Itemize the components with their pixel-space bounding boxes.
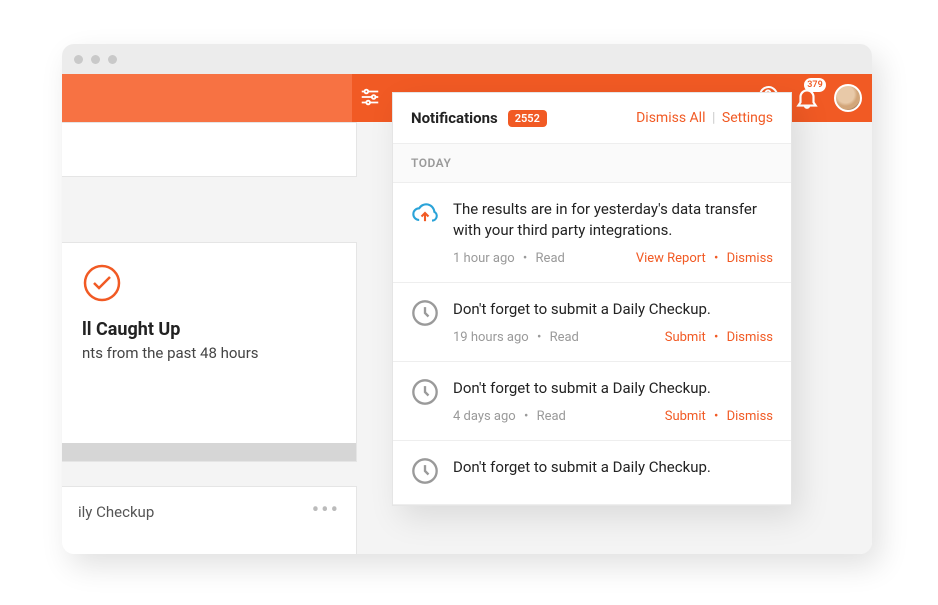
notification-count-badge: 379 (804, 78, 826, 92)
more-icon[interactable]: ••• (312, 507, 340, 515)
cloud-upload-icon (411, 199, 439, 227)
caught-up-subtitle: nts from the past 48 hours (82, 344, 336, 362)
filter-button[interactable] (359, 86, 381, 108)
group-header-today: TODAY (393, 144, 791, 183)
window-titlebar (62, 44, 872, 74)
panel-title: Notifications (411, 109, 498, 127)
notification-text: Don't forget to submit a Daily Checkup. (453, 378, 773, 399)
sliders-icon (359, 86, 381, 108)
notification-text: Don't forget to submit a Daily Checkup. (453, 457, 773, 478)
notifications-button[interactable]: 379 (794, 85, 820, 111)
window-dot-icon (91, 55, 100, 64)
notification-text: The results are in for yesterday's data … (453, 199, 773, 241)
caught-up-card: ll Caught Up nts from the past 48 hours (62, 242, 357, 462)
window-dot-icon (74, 55, 83, 64)
check-circle-icon (82, 263, 122, 303)
panel-count-badge: 2552 (508, 110, 547, 127)
notification-item[interactable]: Don't forget to submit a Daily Checkup. … (393, 283, 791, 362)
view-report-link[interactable]: View Report (636, 251, 706, 266)
notification-item[interactable]: Don't forget to submit a Daily Checkup. (393, 441, 791, 505)
notification-read-state: Read (536, 251, 565, 266)
search-input[interactable] (62, 74, 352, 122)
clock-icon (411, 299, 439, 327)
notification-read-state: Read (550, 330, 579, 345)
notification-time: 4 days ago (453, 409, 516, 424)
clock-icon (411, 457, 439, 485)
dismiss-link[interactable]: Dismiss (727, 409, 773, 424)
avatar[interactable] (834, 84, 862, 112)
notification-time: 19 hours ago (453, 330, 529, 345)
separator: | (712, 110, 715, 126)
caught-up-title: ll Caught Up (82, 319, 336, 340)
notifications-panel: Notifications 2552 Dismiss All | Setting… (392, 92, 792, 506)
panel-header: Notifications 2552 Dismiss All | Setting… (393, 93, 791, 144)
app-window: 379 ll Caught Up nts from the past 48 ho… (62, 44, 872, 554)
notification-item[interactable]: The results are in for yesterday's data … (393, 183, 791, 283)
card (62, 122, 357, 177)
notification-text: Don't forget to submit a Daily Checkup. (453, 299, 773, 320)
dismiss-link[interactable]: Dismiss (727, 251, 773, 266)
submit-link[interactable]: Submit (665, 409, 706, 424)
notification-time: 1 hour ago (453, 251, 515, 266)
daily-checkup-label: ily Checkup (78, 503, 154, 521)
dismiss-all-link[interactable]: Dismiss All (636, 110, 705, 126)
submit-link[interactable]: Submit (665, 330, 706, 345)
clock-icon (411, 378, 439, 406)
daily-checkup-card[interactable]: ily Checkup ••• (62, 486, 357, 554)
dismiss-link[interactable]: Dismiss (727, 330, 773, 345)
settings-link[interactable]: Settings (722, 110, 773, 126)
progress-bar (62, 443, 356, 461)
notification-item[interactable]: Don't forget to submit a Daily Checkup. … (393, 362, 791, 441)
notification-read-state: Read (537, 409, 566, 424)
window-dot-icon (108, 55, 117, 64)
